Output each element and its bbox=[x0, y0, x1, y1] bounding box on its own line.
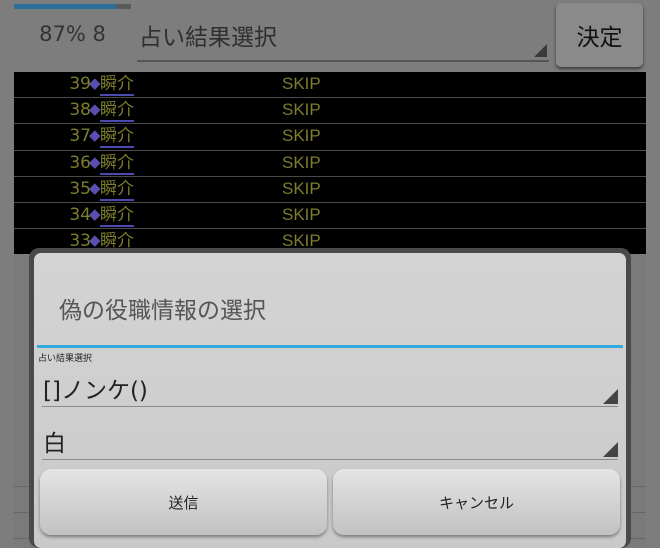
fortune-result-spinner-label: 占い結果選択 bbox=[139, 25, 277, 51]
fake-role-dialog: 偽の役職情報の選択 占い結果選択 []ノンケ() 白 送信 キャンセル bbox=[29, 248, 631, 548]
send-button[interactable]: 送信 bbox=[40, 469, 327, 535]
diamond-icon: ◆ bbox=[89, 152, 101, 171]
dropdown-corner-icon bbox=[603, 442, 618, 457]
diamond-icon: ◆ bbox=[89, 74, 101, 92]
log-row[interactable]: 37 ◆ 瞬介 SKIP bbox=[14, 124, 646, 151]
log-row[interactable]: 39 ◆ 瞬介 SKIP bbox=[14, 72, 646, 99]
target-spinner[interactable]: []ノンケ() bbox=[42, 359, 618, 407]
decide-button[interactable]: 決定 bbox=[556, 3, 643, 67]
diamond-icon: ◆ bbox=[89, 178, 101, 197]
dialog-panel: 偽の役職情報の選択 占い結果選択 []ノンケ() 白 送信 キャンセル bbox=[34, 253, 626, 548]
diamond-icon: ◆ bbox=[89, 100, 101, 119]
log-row[interactable]: 35 ◆ 瞬介 SKIP bbox=[14, 177, 646, 203]
diamond-icon: ◆ bbox=[89, 126, 101, 145]
cancel-button[interactable]: キャンセル bbox=[333, 469, 620, 535]
log-number: 34 bbox=[69, 204, 91, 225]
diamond-icon: ◆ bbox=[89, 204, 101, 223]
log-player-name: 瞬介 bbox=[100, 74, 134, 96]
log-list[interactable]: 39 ◆ 瞬介 SKIP 38 ◆ 瞬介 SKIP 37 ◆ 瞬介 SKIP 36 ◆ 瞬介 SKIP 35 ◆ 瞬… bbox=[14, 72, 646, 254]
log-player-name: 瞬介 bbox=[100, 178, 134, 201]
dialog-title-divider bbox=[37, 345, 623, 348]
result-spinner-value: 白 bbox=[43, 431, 66, 457]
log-player-name: 瞬介 bbox=[100, 126, 134, 149]
progress-bar bbox=[14, 4, 131, 9]
dropdown-corner-icon bbox=[603, 389, 618, 404]
log-number: 35 bbox=[69, 178, 91, 199]
dropdown-corner-icon bbox=[534, 44, 547, 57]
progress-fill bbox=[14, 4, 116, 9]
log-status: SKIP bbox=[282, 126, 321, 146]
diamond-icon: ◆ bbox=[89, 231, 101, 250]
log-player-name: 瞬介 bbox=[100, 152, 134, 175]
log-number: 38 bbox=[69, 100, 91, 121]
log-row[interactable]: 38 ◆ 瞬介 SKIP bbox=[14, 98, 646, 125]
log-number: 36 bbox=[69, 152, 91, 173]
log-player-name: 瞬介 bbox=[100, 204, 134, 227]
log-status: SKIP bbox=[282, 178, 321, 198]
fortune-result-spinner[interactable]: 占い結果選択 bbox=[137, 10, 549, 62]
target-spinner-value: []ノンケ() bbox=[43, 378, 148, 404]
log-number: 39 bbox=[69, 74, 91, 94]
result-spinner[interactable]: 白 bbox=[42, 412, 618, 460]
log-status: SKIP bbox=[282, 152, 321, 172]
log-row[interactable]: 34 ◆ 瞬介 SKIP bbox=[14, 203, 646, 230]
log-number: 37 bbox=[69, 126, 91, 147]
dialog-title: 偽の役職情報の選択 bbox=[59, 298, 266, 324]
progress-text: 87% 8 bbox=[39, 22, 106, 46]
log-status: SKIP bbox=[282, 74, 321, 93]
log-status: SKIP bbox=[282, 100, 321, 120]
log-player-name: 瞬介 bbox=[100, 100, 134, 123]
log-status: SKIP bbox=[282, 204, 321, 224]
log-row[interactable]: 36 ◆ 瞬介 SKIP bbox=[14, 151, 646, 177]
